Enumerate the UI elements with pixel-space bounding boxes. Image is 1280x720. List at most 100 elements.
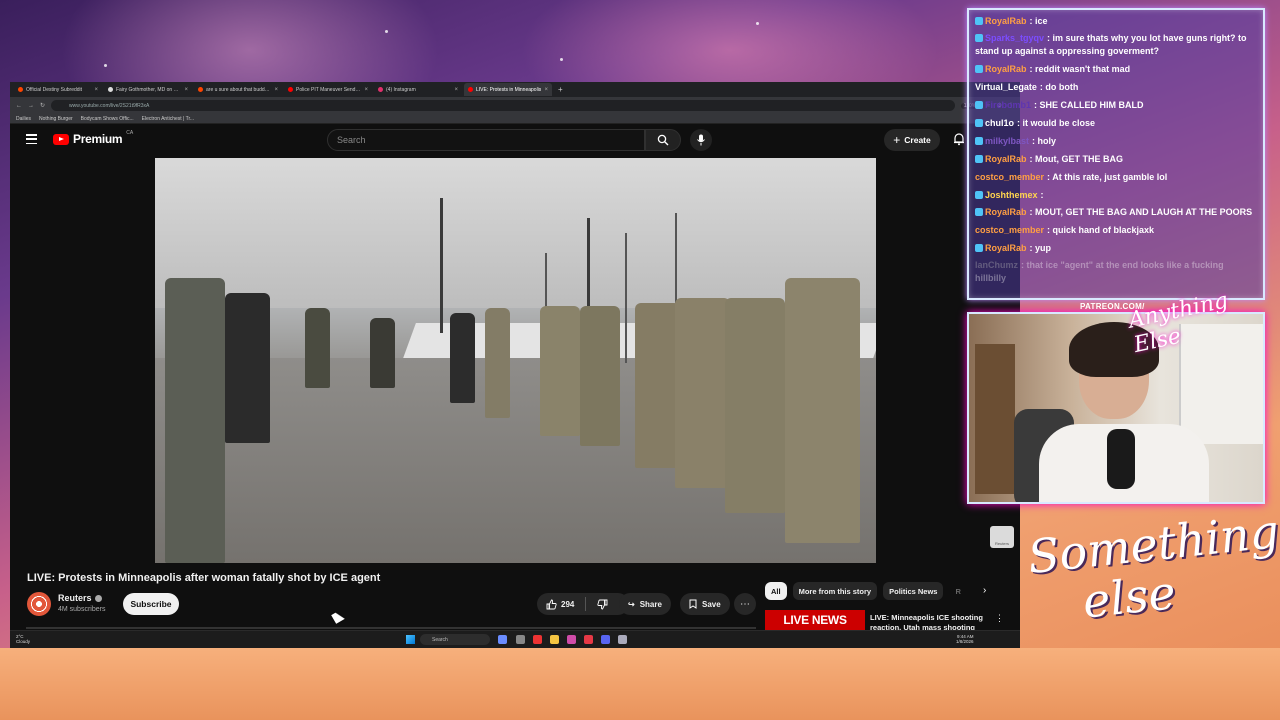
browser-tab[interactable]: are u sure about that buddy : o × bbox=[194, 83, 282, 96]
chat-badge-icon bbox=[975, 191, 983, 199]
video-title: LIVE: Protests in Minneapolis after woma… bbox=[27, 572, 381, 584]
browser-tab[interactable]: Police PIT Maneuver Sends An × bbox=[284, 83, 372, 96]
chat-message: Sparks_tgyqv: im sure thats why you lot … bbox=[975, 33, 1247, 56]
youtube-play-icon bbox=[53, 133, 69, 145]
chat-message: costco_member: At this rate, just gamble… bbox=[975, 172, 1168, 182]
chat-badge-icon bbox=[975, 17, 983, 25]
tab-favicon-icon bbox=[108, 87, 113, 92]
taskbar-app-icon[interactable] bbox=[618, 635, 627, 644]
chat-username: chul1o bbox=[985, 118, 1015, 128]
back-icon[interactable]: ← bbox=[16, 103, 22, 109]
chat-badge-icon bbox=[975, 119, 983, 127]
chat-message: RoyalRab: MOUT, GET THE BAG AND LAUGH AT… bbox=[975, 206, 1257, 219]
create-button[interactable]: + Create bbox=[884, 129, 940, 151]
save-button[interactable]: Save bbox=[680, 593, 730, 615]
bookmark-item[interactable]: Bodycam Shows Offic... bbox=[81, 116, 134, 122]
taskbar-app-icon[interactable] bbox=[533, 635, 542, 644]
chat-text: yup bbox=[1035, 243, 1052, 253]
channel-name[interactable]: Reuters bbox=[58, 593, 102, 603]
chat-message: RoyalRab: ice bbox=[975, 12, 1257, 30]
chat-username: RoyalRab bbox=[985, 64, 1027, 74]
taskbar-app-icon[interactable] bbox=[601, 635, 610, 644]
video-player[interactable] bbox=[155, 158, 876, 563]
browser-tab[interactable]: Official Destiny Subreddit × bbox=[14, 83, 102, 96]
taskbar-app-icon[interactable] bbox=[550, 635, 559, 644]
youtube-logo[interactable]: Premium CA bbox=[53, 130, 133, 146]
menu-icon[interactable] bbox=[26, 134, 37, 144]
forward-icon[interactable]: → bbox=[28, 103, 34, 109]
chat-username: RoyalRab bbox=[985, 154, 1027, 164]
close-tab-icon[interactable]: × bbox=[364, 87, 368, 93]
close-tab-icon[interactable]: × bbox=[94, 87, 98, 93]
close-tab-icon[interactable]: × bbox=[184, 87, 188, 93]
chat-username: lanChumz bbox=[975, 260, 1019, 270]
browser-tab[interactable]: LIVE: Protests in Minneapolis × bbox=[464, 83, 552, 96]
windows-start-icon[interactable] bbox=[406, 635, 415, 644]
subscribe-button[interactable]: Subscribe bbox=[123, 593, 179, 615]
taskbar-app-icon[interactable] bbox=[584, 635, 593, 644]
taskbar-app-icon[interactable] bbox=[516, 635, 525, 644]
chip-more-from-story[interactable]: More from this story bbox=[792, 582, 878, 600]
chat-text: holy bbox=[1037, 136, 1057, 146]
taskbar-app-icon[interactable] bbox=[567, 635, 576, 644]
bookmark-item[interactable]: Nothing Burger bbox=[39, 116, 73, 122]
chat-text: ice bbox=[1035, 16, 1048, 26]
microphone bbox=[1107, 429, 1135, 489]
chat-message: Joshthemex: bbox=[975, 186, 1257, 204]
more-actions-button[interactable]: ⋯ bbox=[734, 593, 756, 615]
chat-badge-icon bbox=[975, 101, 983, 109]
chat-badge-icon bbox=[975, 137, 983, 145]
chat-username: RoyalRab bbox=[985, 243, 1027, 253]
chat-username: Virtual_Legate bbox=[975, 82, 1037, 92]
youtube-header: Premium CA Search + Create bbox=[10, 124, 1020, 156]
chip-all[interactable]: All bbox=[765, 582, 787, 600]
share-button[interactable]: ↪ Share bbox=[619, 593, 671, 615]
chat-username: RoyalRab bbox=[985, 207, 1027, 217]
tab-favicon-icon bbox=[198, 87, 203, 92]
chat-message: costco_member: quick hand of blackjaxk bbox=[975, 225, 1155, 235]
chat-text: it would be close bbox=[1022, 118, 1096, 128]
plus-icon: + bbox=[893, 133, 901, 147]
chip-truncated[interactable]: R bbox=[949, 582, 966, 600]
browser-tab[interactable]: Fairy Gothmother, MD on X: "A × bbox=[104, 83, 192, 96]
bookmark-item[interactable]: Electron Antichest | Tr... bbox=[142, 116, 194, 122]
notifications-bell-icon[interactable] bbox=[952, 132, 966, 146]
browser-window: Official Destiny Subreddit × Fairy Gothmot… bbox=[10, 82, 1020, 648]
voice-search-button[interactable] bbox=[690, 129, 712, 151]
microphone-icon bbox=[697, 134, 705, 146]
like-button[interactable]: 294 bbox=[546, 599, 574, 610]
chat-message: RoyalRab: Mout, GET THE BAG bbox=[975, 150, 1257, 168]
bookmark-icon bbox=[689, 599, 697, 609]
weather-widget[interactable]: 2°C Cloudy bbox=[16, 634, 30, 644]
clock[interactable]: 9:44 AM 1/8/2026 bbox=[956, 634, 974, 644]
chat-message: lanChumz: that ice "agent" at the end lo… bbox=[975, 260, 1224, 283]
related-chips: All More from this story Politics News R bbox=[765, 582, 967, 602]
share-icon: ↪ bbox=[628, 599, 635, 609]
chat-text: SHE CALLED HIM BALD bbox=[1039, 100, 1144, 110]
chevron-right-icon[interactable]: › bbox=[983, 585, 986, 596]
search-input[interactable]: Search bbox=[327, 129, 645, 151]
url-field[interactable]: www.youtube.com/live/2S21t9fR3xA bbox=[51, 100, 955, 111]
close-tab-icon[interactable]: × bbox=[274, 87, 278, 93]
new-tab-icon[interactable]: + bbox=[558, 85, 563, 94]
verified-icon bbox=[94, 594, 102, 602]
close-tab-icon[interactable]: × bbox=[544, 87, 548, 93]
bookmark-item[interactable]: Dailies bbox=[16, 116, 31, 122]
related-video-title[interactable]: LIVE: Minneapolis ICE shooting reaction,… bbox=[870, 613, 990, 631]
chat-text: MOUT, GET THE BAG AND LAUGH AT THE POORS bbox=[1035, 207, 1253, 217]
chip-politics-news[interactable]: Politics News bbox=[883, 582, 944, 600]
related-video-menu-icon[interactable]: ⋮ bbox=[995, 613, 1004, 624]
channel-avatar[interactable] bbox=[27, 592, 51, 616]
chat-username: Firebomb1 bbox=[985, 100, 1032, 110]
taskbar-app-icon[interactable] bbox=[498, 635, 507, 644]
thumbs-down-icon[interactable] bbox=[597, 599, 608, 610]
reload-icon[interactable]: ↻ bbox=[40, 102, 45, 109]
chat-text: At this rate, just gamble lol bbox=[1052, 172, 1168, 182]
address-bar: ← → ↻ www.youtube.com/live/2S21t9fR3xA 1… bbox=[10, 97, 1020, 114]
related-video-thumbnail[interactable]: LIVE NEWS bbox=[765, 610, 865, 630]
search-button[interactable] bbox=[645, 129, 681, 151]
browser-tab[interactable]: (4) Instagram × bbox=[374, 83, 462, 96]
close-tab-icon[interactable]: × bbox=[454, 87, 458, 93]
chat-username: RoyalRab bbox=[985, 16, 1027, 26]
taskbar-search[interactable]: Search bbox=[420, 634, 490, 645]
